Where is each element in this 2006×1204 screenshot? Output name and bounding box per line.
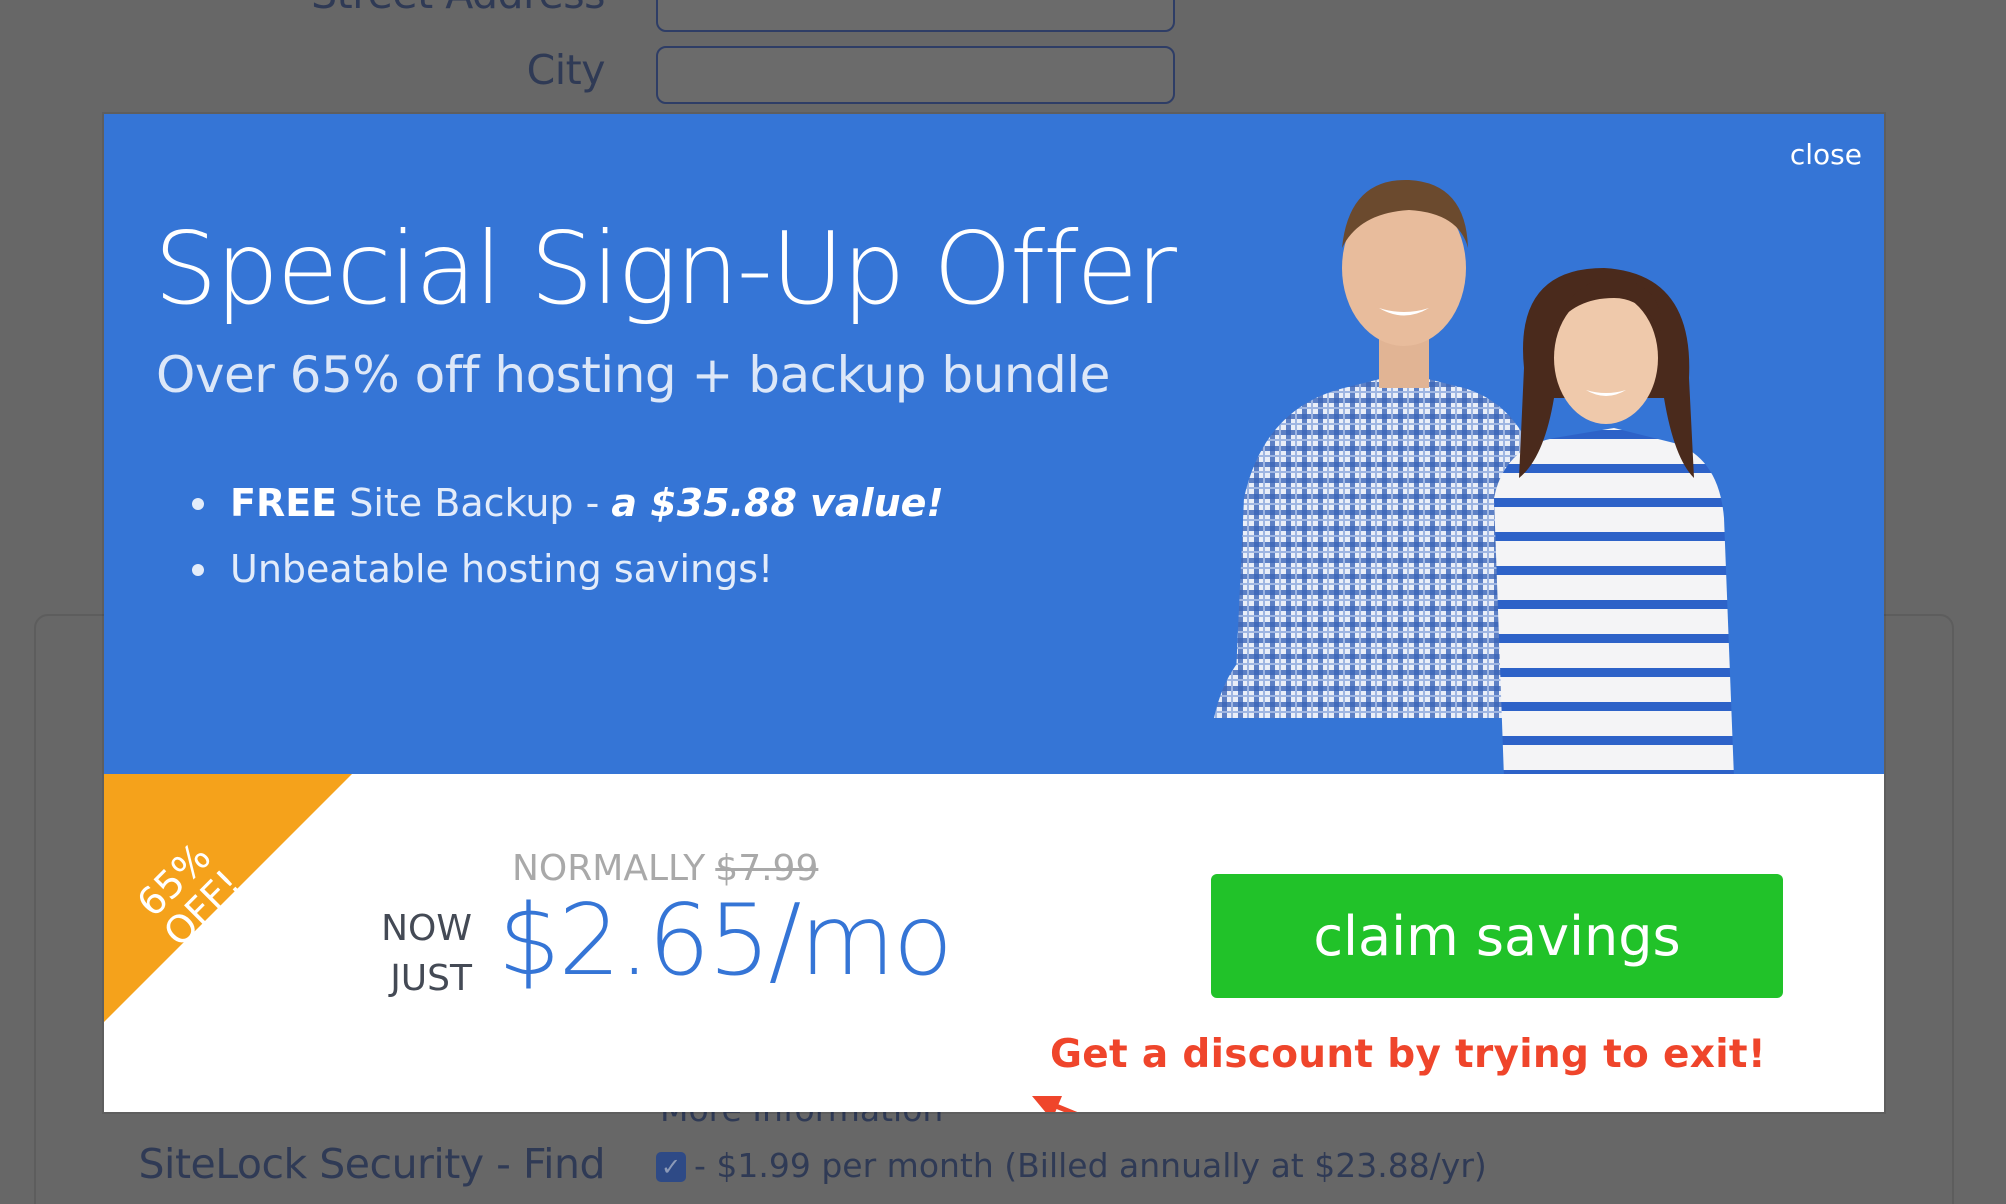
now-just-label: NOW JUST: [381, 908, 472, 999]
close-link[interactable]: close: [1790, 138, 1862, 171]
sitelock-price-note: - $1.99 per month (Billed annually at $2…: [694, 1146, 1487, 1185]
sitelock-label: SiteLock Security - Find: [138, 1140, 606, 1188]
perks-list: FREE Site Backup - a $35.88 value! Unbea…: [192, 470, 944, 602]
modal-hero: close Special Sign-Up Offer Over 65% off…: [104, 114, 1884, 774]
perk-value-text: a $35.88 value!: [611, 481, 944, 525]
street-address-input[interactable]: [656, 0, 1175, 32]
signup-offer-modal: close Special Sign-Up Offer Over 65% off…: [104, 114, 1884, 1112]
discount-price: $2.65/mo: [498, 884, 953, 998]
claim-savings-button[interactable]: claim savings: [1211, 874, 1783, 998]
page: Street Address City More Information Sit…: [0, 0, 2006, 1204]
couple-photo: [1214, 179, 1734, 774]
offer-subtitle: Over 65% off hosting + backup bundle: [156, 346, 1110, 404]
perk-item-backup: FREE Site Backup - a $35.88 value!: [192, 470, 944, 536]
old-price: $7.99: [715, 848, 819, 889]
perk-backup-text: Site Backup -: [337, 481, 612, 525]
perk-free-label: FREE: [230, 481, 338, 525]
city-label: City: [526, 46, 606, 94]
annotation-arrow-icon: [1032, 1096, 1078, 1112]
sitelock-checkbox[interactable]: ✓: [656, 1152, 686, 1182]
offer-title: Special Sign-Up Offer: [154, 210, 1177, 327]
perk-item-savings: Unbeatable hosting savings!: [192, 536, 944, 602]
annotation-text: Get a discount by trying to exit!: [1050, 1032, 1766, 1077]
street-address-label: Street Address: [85, 0, 605, 18]
city-input[interactable]: [656, 46, 1175, 104]
normal-price: NORMALLY $7.99: [512, 848, 818, 889]
normally-label: NORMALLY: [512, 848, 706, 889]
